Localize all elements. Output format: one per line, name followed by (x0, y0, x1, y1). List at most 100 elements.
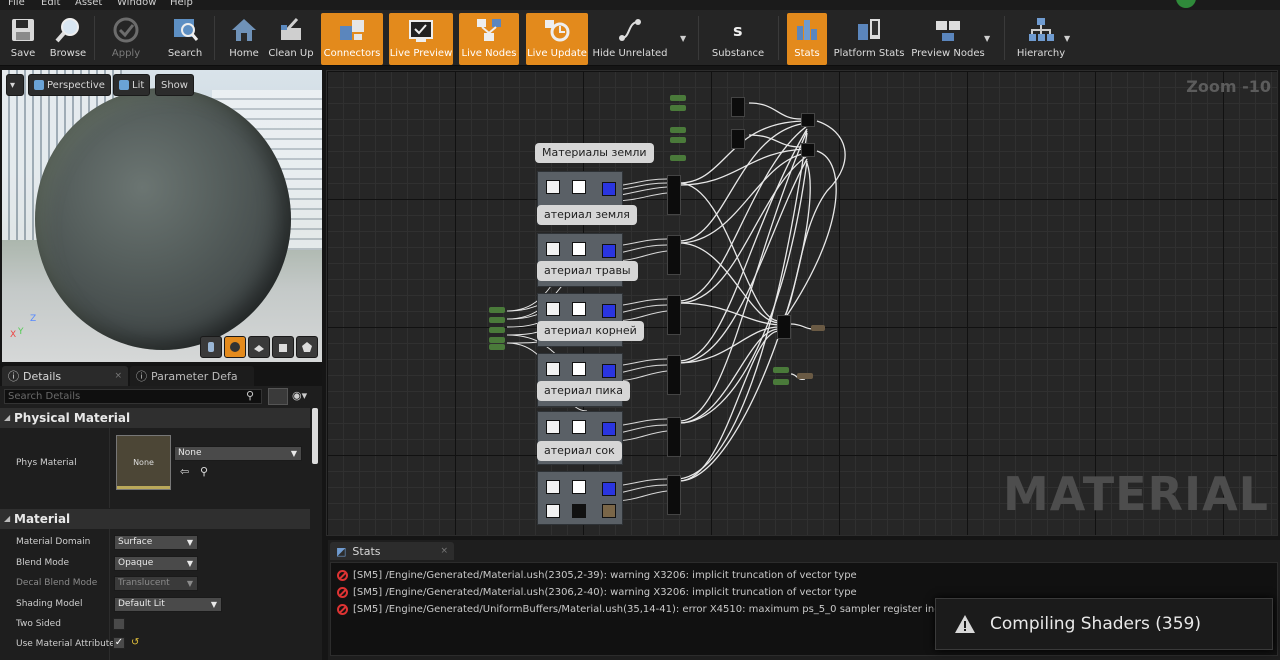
lerp-node[interactable] (731, 97, 745, 117)
material-domain-combo[interactable]: Surface ▼ (114, 535, 198, 550)
layer-blend-node[interactable] (777, 315, 791, 339)
preview-shape-toolbar (200, 336, 318, 358)
output-node[interactable] (797, 373, 813, 379)
use-selected-arrow-icon[interactable]: ⇦ (180, 465, 189, 478)
live-nodes-button[interactable]: Live Nodes (459, 13, 519, 65)
menu-file[interactable]: File (8, 0, 25, 8)
two-sided-checkbox[interactable] (113, 618, 125, 630)
phys-material-combo[interactable]: None ▼ (174, 446, 302, 461)
scalar-parameter-node[interactable] (489, 327, 505, 333)
scalar-parameter-node[interactable] (489, 344, 505, 350)
source-control-status-icon[interactable] (1176, 0, 1196, 8)
viewport-options-dropdown[interactable]: ▾ (6, 74, 24, 96)
phys-material-label: Phys Material (16, 458, 77, 468)
scalar-parameter-node[interactable] (489, 317, 505, 323)
perspective-icon (34, 80, 44, 90)
phys-material-thumbnail[interactable]: None (116, 435, 171, 490)
menu-help[interactable]: Help (170, 0, 193, 8)
live-update-button[interactable]: Live Update (526, 13, 588, 65)
material-function-node[interactable] (667, 235, 681, 275)
hide-unrelated-dropdown[interactable]: ▼ (680, 34, 686, 43)
tab-details[interactable]: ⓘ Details × (2, 366, 128, 386)
graph-wires (506, 102, 846, 502)
close-icon[interactable]: × (440, 546, 448, 556)
material-output-node[interactable] (811, 325, 825, 331)
live-preview-button[interactable]: Live Preview (389, 13, 453, 65)
material-function-node[interactable] (667, 295, 681, 335)
shading-model-combo[interactable]: Default Lit ▼ (114, 597, 222, 612)
comment-material-grass[interactable]: атериал травы (537, 261, 638, 281)
search-details-input[interactable]: Search Details (4, 389, 262, 404)
search-button[interactable]: Search (164, 13, 206, 65)
hierarchy-button[interactable]: Hierarchy (1016, 13, 1066, 65)
perspective-button[interactable]: Perspective (28, 74, 111, 96)
apply-button[interactable]: Apply (104, 13, 148, 65)
material-preview-viewport[interactable]: ▾ Perspective Lit Show Z Y X (2, 70, 322, 362)
material-function-node[interactable] (667, 475, 681, 515)
parameter-node[interactable] (670, 155, 686, 161)
blend-mode-combo[interactable]: Opaque ▼ (114, 556, 198, 571)
reset-to-default-icon[interactable]: ↺ (131, 637, 139, 648)
sphere-shape-button[interactable] (224, 336, 246, 358)
category-physical-material[interactable]: ◢ Physical Material (0, 408, 310, 428)
material-function-node[interactable] (667, 417, 681, 457)
parameter-node[interactable] (670, 127, 686, 133)
menu-window[interactable]: Window (117, 0, 156, 8)
multiply-node[interactable] (801, 113, 815, 127)
cube-shape-button[interactable] (272, 336, 294, 358)
decal-blend-mode-combo: Translucent ▼ (114, 576, 198, 591)
stats-icon (790, 13, 824, 47)
comment-material-sand[interactable]: атериал пика (537, 381, 631, 401)
parameter-node[interactable] (773, 379, 789, 385)
parameter-node[interactable] (773, 367, 789, 373)
comment-material-juice[interactable]: атериал сок (537, 441, 622, 461)
compiling-shaders-notification: Compiling Shaders (359) (935, 598, 1273, 650)
menu-edit[interactable]: Edit (41, 0, 60, 8)
search-icon: ⚲ (246, 389, 255, 402)
comment-material-ground[interactable]: атериал земля (537, 205, 637, 225)
plane-shape-button[interactable] (248, 336, 270, 358)
material-graph-canvas[interactable]: Материалы земли атериал земля атериал тр… (326, 70, 1278, 536)
view-options-grid-button[interactable] (268, 388, 288, 405)
log-row: [SM5] /Engine/Generated/Material.ush(230… (337, 587, 857, 598)
save-button[interactable]: Save (4, 13, 42, 65)
scalar-parameter-node[interactable] (489, 307, 505, 313)
show-button[interactable]: Show (155, 74, 194, 96)
menu-asset[interactable]: Asset (75, 0, 102, 8)
tab-parameter-defaults[interactable]: ⓘParameter Defaults (130, 366, 254, 386)
details-scrollbar[interactable] (312, 408, 318, 464)
parameter-node[interactable] (670, 95, 686, 101)
tab-stats[interactable]: ◩ Stats × (330, 542, 454, 560)
use-material-attributes-checkbox[interactable]: ✓ (113, 637, 125, 649)
texture-group[interactable] (537, 471, 623, 525)
comment-material-roots[interactable]: атериал корней (537, 321, 644, 341)
browse-asset-icon[interactable]: ⚲ (200, 465, 208, 478)
category-material[interactable]: ◢ Material (0, 509, 310, 529)
clean-up-button[interactable]: Clean Up (268, 13, 314, 65)
preview-sphere[interactable] (35, 88, 291, 350)
lit-button[interactable]: Lit (113, 74, 151, 96)
material-function-node[interactable] (667, 175, 681, 215)
comment-materials-ground[interactable]: Материалы земли (535, 143, 654, 163)
close-icon[interactable]: × (114, 371, 122, 381)
preview-nodes-dropdown[interactable]: ▼ (984, 34, 990, 43)
lerp-node[interactable] (731, 129, 745, 149)
home-button[interactable]: Home (224, 13, 264, 65)
hierarchy-dropdown[interactable]: ▼ (1064, 34, 1070, 43)
browse-button[interactable]: Browse (46, 13, 90, 65)
cylinder-shape-button[interactable] (200, 336, 222, 358)
parameter-node[interactable] (670, 137, 686, 143)
stats-button[interactable]: Stats (787, 13, 827, 65)
preview-nodes-button[interactable]: Preview Nodes (910, 13, 986, 65)
connectors-button[interactable]: Connectors (321, 13, 383, 65)
parameter-node[interactable] (670, 105, 686, 111)
visibility-eye-icon[interactable]: ◉▾ (292, 389, 307, 402)
log-row: [SM5] /Engine/Generated/Material.ush(230… (337, 570, 857, 581)
platform-stats-button[interactable]: Platform Stats (834, 13, 904, 65)
multiply-node[interactable] (801, 143, 815, 157)
material-function-node[interactable] (667, 355, 681, 395)
scalar-parameter-node[interactable] (489, 337, 505, 343)
hide-unrelated-button[interactable]: Hide Unrelated (593, 13, 668, 65)
substance-button[interactable]: s Substance (710, 13, 766, 65)
custom-mesh-shape-button[interactable] (296, 336, 318, 358)
